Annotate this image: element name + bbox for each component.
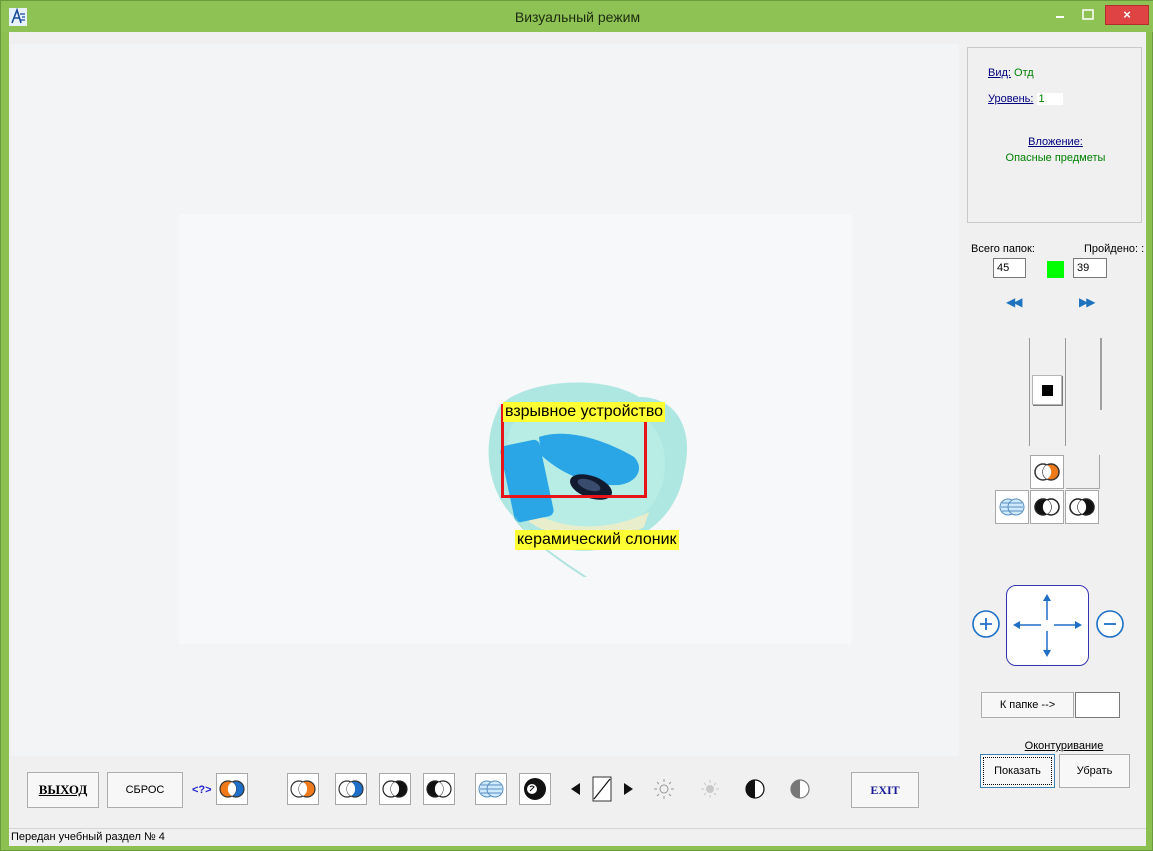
black-right-filter-button[interactable]	[379, 773, 411, 805]
blue-right-circles-icon	[338, 780, 364, 798]
goto-folder-input[interactable]	[1075, 692, 1120, 718]
view-value: Отд	[1014, 67, 1034, 79]
black-left-circles-icon	[426, 780, 452, 798]
black-left-filter-button[interactable]	[423, 773, 455, 805]
help-button[interactable]: <?>	[192, 784, 212, 796]
pan-arrows-icon	[1013, 594, 1082, 657]
status-indicator	[1047, 261, 1064, 278]
title-bar[interactable]: Визуальный режим ×	[1, 1, 1153, 32]
view-label: Вид:	[988, 67, 1011, 79]
status-bar: Передан учебный раздел № 4	[9, 828, 1146, 846]
orange-right-circles-icon	[290, 780, 316, 798]
striped-circles-icon	[999, 498, 1025, 516]
passed-label: Пройдено: :	[1084, 243, 1145, 255]
next-folder-button[interactable]: ▶▶	[1079, 295, 1096, 309]
orange-overlay-icon	[1034, 463, 1060, 481]
striped-circles-icon	[478, 780, 504, 798]
reset-button[interactable]: СБРОС	[107, 772, 183, 808]
slider-thumb-mark	[1042, 385, 1053, 396]
client-area: взрывное устройство керамический слоник …	[9, 32, 1146, 846]
black-white-filter-button[interactable]	[1030, 490, 1064, 524]
contour-title: Оконтуривание	[1024, 740, 1104, 752]
exit-ru-button[interactable]: ВЫХОД	[27, 772, 99, 808]
black-right-circles-icon	[382, 780, 408, 798]
blue-right-filter-button[interactable]	[335, 773, 367, 805]
pan-control[interactable]	[1006, 585, 1089, 666]
sen-badge-icon	[524, 778, 546, 800]
inverse-filter-button[interactable]	[1065, 490, 1099, 524]
total-folders-label: Всего папок:	[971, 243, 1035, 255]
blue-orange-circles-icon	[219, 780, 245, 798]
zoom-out-icon[interactable]	[1095, 609, 1125, 639]
close-icon: ×	[1123, 7, 1131, 22]
total-folders-field: 45	[993, 258, 1026, 278]
minimize-icon[interactable]	[1047, 5, 1073, 25]
zoom-in-icon[interactable]	[971, 609, 1001, 639]
vertical-scroll-line	[1100, 338, 1102, 410]
attachment-value: Опасные предметы	[1005, 152, 1106, 164]
orange-right-filter-button[interactable]	[287, 773, 319, 805]
slider-thumb[interactable]	[1032, 375, 1062, 405]
sen-filter-button[interactable]	[519, 773, 551, 805]
level-label: Уровень:	[988, 93, 1034, 105]
maximize-icon[interactable]	[1075, 5, 1101, 25]
inverse-circles-icon	[1069, 498, 1095, 516]
orange-overlay-filter-button[interactable]	[1030, 455, 1064, 489]
exit-button[interactable]: EXIT	[851, 772, 919, 808]
empty-grid-slot	[1066, 455, 1100, 489]
attachment-label: Вложение:	[1028, 136, 1083, 148]
brightness-up-icon[interactable]	[649, 774, 679, 804]
status-text: Передан учебный раздел № 4	[11, 831, 165, 843]
info-panel: Вид: Отд Уровень: 1 Вложение: Опасные пр…	[967, 47, 1142, 223]
show-contour-button[interactable]: Показать	[980, 754, 1055, 788]
window-title: Визуальный режим	[514, 9, 641, 25]
level-row: Уровень: 1	[988, 93, 1063, 105]
invert-icon[interactable]	[740, 774, 770, 804]
detected-object-label: взрывное устройство	[503, 402, 666, 422]
prev-folder-button[interactable]: ◀◀	[1006, 295, 1023, 309]
brightness-down-icon[interactable]	[695, 774, 725, 804]
contrast-increase-icon[interactable]	[613, 774, 643, 804]
passed-field: 39	[1073, 258, 1107, 278]
view-row: Вид: Отд	[988, 67, 1034, 79]
close-button[interactable]: ×	[1105, 5, 1149, 25]
remove-contour-button[interactable]: Убрать	[1059, 754, 1130, 788]
half-contrast-icon[interactable]	[785, 774, 815, 804]
lines-filter-button[interactable]	[995, 490, 1029, 524]
blue-orange-filter-button[interactable]	[216, 773, 248, 805]
goto-folder-button[interactable]: К папке -->	[981, 692, 1074, 718]
other-object-label: керамический слоник	[515, 530, 679, 550]
level-value: 1	[1036, 93, 1063, 105]
app-window: Визуальный режим × взрывное устройство к…	[0, 0, 1153, 851]
striped-filter-button[interactable]	[475, 773, 507, 805]
black-white-circles-icon	[1034, 498, 1060, 516]
